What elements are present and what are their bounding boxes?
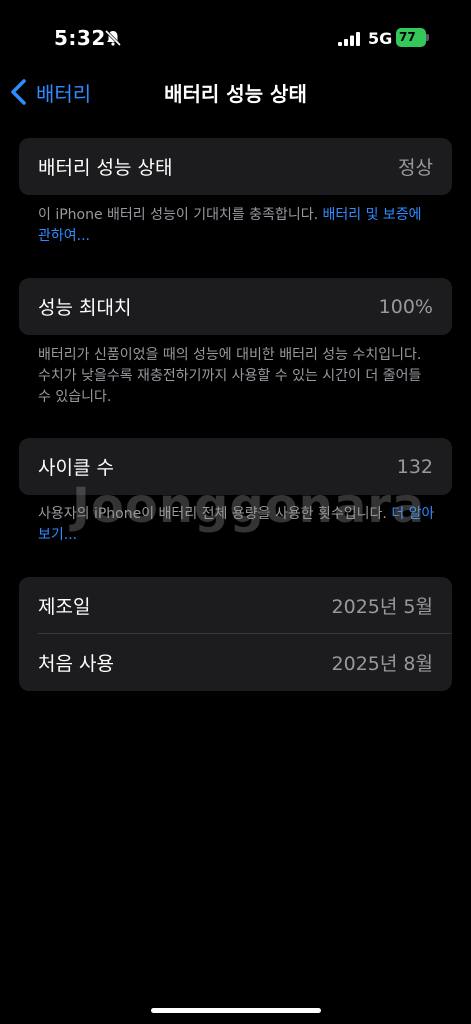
dates-group: 제조일 2025년 5월 처음 사용 2025년 8월 bbox=[19, 577, 452, 691]
cycle-count-footnote: 사용자의 iPhone이 배터리 전체 용량을 사용한 횟수입니다. 더 알아보… bbox=[38, 504, 438, 546]
cycle-count-note: 사용자의 iPhone이 배터리 전체 용량을 사용한 횟수입니다. bbox=[38, 506, 392, 522]
status-time: 5:32 bbox=[54, 26, 106, 50]
bell-slash-icon bbox=[104, 29, 122, 47]
battery-health-note: 이 iPhone 배터리 성능이 기대치를 충족합니다. bbox=[38, 207, 323, 223]
cycle-count-value: 132 bbox=[396, 455, 433, 478]
first-use-row: 처음 사용 2025년 8월 bbox=[19, 634, 452, 691]
signal-bars-icon bbox=[338, 31, 360, 46]
battery-health-label: 배터리 성능 상태 bbox=[38, 157, 173, 179]
manufacture-date-row: 제조일 2025년 5월 bbox=[19, 577, 452, 634]
battery-level: 77 bbox=[396, 28, 426, 47]
battery-cap bbox=[426, 34, 429, 41]
cycle-count-label: 사이클 수 bbox=[38, 457, 114, 479]
first-use-label: 처음 사용 bbox=[38, 653, 114, 675]
max-capacity-footnote: 배터리가 신품이었을 때의 성능에 대비한 배터리 성능 수치입니다. 수치가 … bbox=[38, 345, 438, 408]
battery-health-group: 배터리 성능 상태 정상 bbox=[19, 138, 452, 195]
manufacture-date-label: 제조일 bbox=[38, 596, 91, 618]
battery-health-row: 배터리 성능 상태 정상 bbox=[19, 138, 452, 195]
max-capacity-note: 배터리가 신품이었을 때의 성능에 대비한 배터리 성능 수치입니다. 수치가 … bbox=[38, 347, 422, 405]
manufacture-date-value: 2025년 5월 bbox=[331, 596, 433, 618]
network-type: 5G bbox=[368, 29, 393, 48]
max-capacity-row: 성능 최대치 100% bbox=[19, 278, 452, 335]
navigation-bar: 배터리 배터리 성능 상태 bbox=[0, 70, 471, 114]
page-title: 배터리 성능 상태 bbox=[164, 82, 307, 106]
max-capacity-group: 성능 최대치 100% bbox=[19, 278, 452, 335]
status-bar: 5:32 5G 77 bbox=[0, 0, 471, 70]
max-capacity-label: 성능 최대치 bbox=[38, 297, 132, 319]
battery-health-value: 정상 bbox=[398, 157, 433, 179]
cycle-count-group: 사이클 수 132 bbox=[19, 438, 452, 495]
battery-icon: 77 bbox=[396, 28, 429, 47]
battery-health-footnote: 이 iPhone 배터리 성능이 기대치를 충족합니다. 배터리 및 보증에 관… bbox=[38, 205, 438, 247]
first-use-value: 2025년 8월 bbox=[331, 653, 433, 675]
max-capacity-value: 100% bbox=[378, 295, 433, 318]
home-indicator[interactable] bbox=[151, 1008, 321, 1013]
cycle-count-row: 사이클 수 132 bbox=[19, 438, 452, 495]
